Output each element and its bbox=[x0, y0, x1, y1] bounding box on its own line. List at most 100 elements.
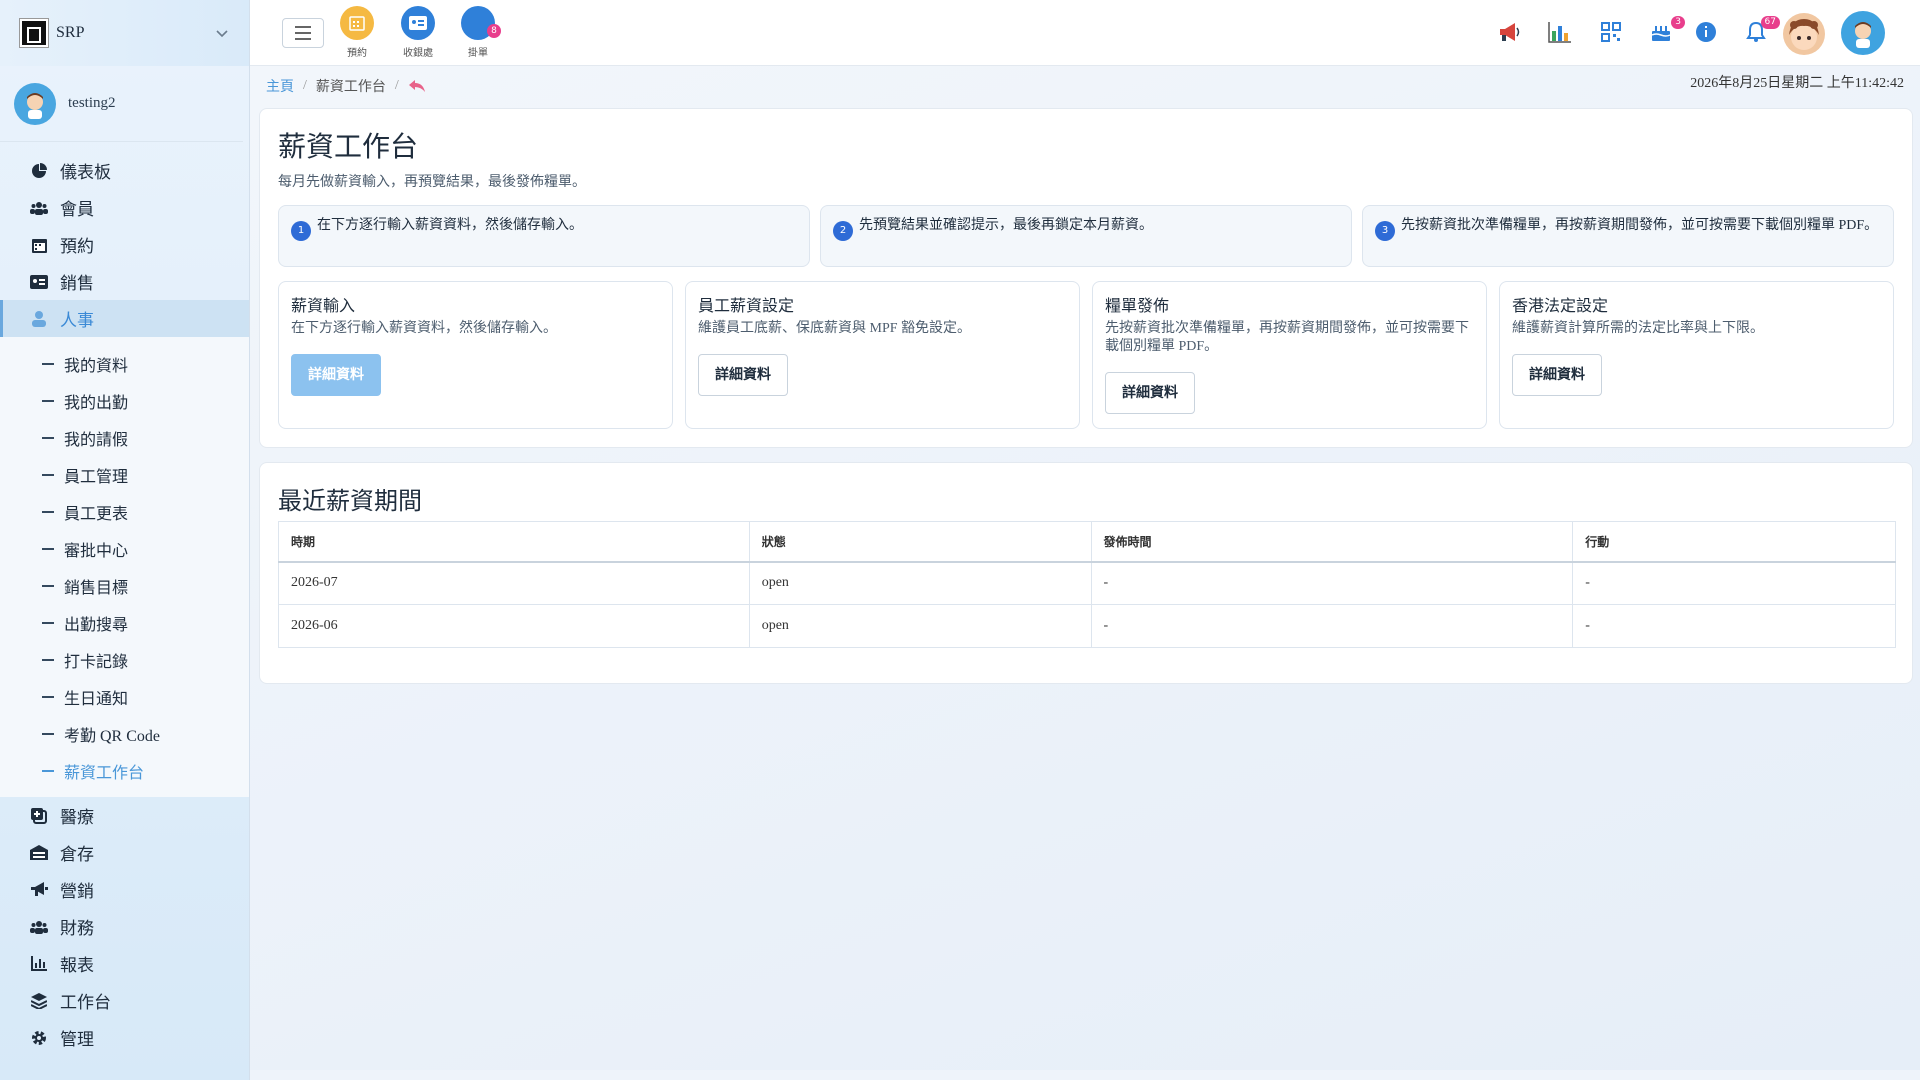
sidebar-item-label: 倉存 bbox=[60, 845, 94, 864]
sidebar-subitem-label: 員工管理 bbox=[64, 468, 129, 486]
bell-icon[interactable]: 67 bbox=[1744, 16, 1780, 44]
back-icon[interactable] bbox=[408, 79, 426, 93]
dash-icon bbox=[42, 510, 54, 513]
step-2: 2 先預覽結果並確認提示，最後再鎖定本月薪資。 bbox=[820, 205, 1352, 267]
page-title: 薪資工作台 bbox=[278, 132, 419, 163]
step-text: 先按薪資批次準備糧單，再按薪資期間發佈，並可按需要下載個別糧單 PDF。 bbox=[1401, 218, 1879, 233]
quick-action-label: 收銀處 bbox=[403, 48, 433, 59]
sidebar-item-dashboard[interactable]: 儀表板 bbox=[0, 152, 249, 189]
quick-action-booking[interactable]: 預約 bbox=[332, 6, 382, 59]
sidebar-subitem-label: 我的出勤 bbox=[64, 394, 129, 412]
step-number: 2 bbox=[833, 220, 853, 241]
megaphone-icon[interactable] bbox=[1498, 20, 1522, 44]
users-icon bbox=[30, 199, 48, 217]
gear-icon bbox=[30, 1029, 48, 1047]
column-header-action: 行動 bbox=[1572, 521, 1896, 563]
dash-icon bbox=[42, 769, 54, 772]
step-3: 3 先按薪資批次準備糧單，再按薪資期間發佈，並可按需要下載個別糧單 PDF。 bbox=[1362, 205, 1894, 267]
sidebar-item-finance[interactable]: 財務 bbox=[0, 908, 249, 945]
sidebar-item-admin[interactable]: 管理 bbox=[0, 1019, 249, 1056]
module-staff-salary-settings: 員工薪資設定 維護員工底薪、保底薪資與 MPF 豁免設定。 詳細資料 bbox=[685, 281, 1080, 429]
sidebar-subitem-birthday-notice[interactable]: 生日通知 bbox=[0, 678, 249, 715]
sidebar-subitem-my-leave[interactable]: 我的請假 bbox=[0, 419, 249, 456]
avatar[interactable] bbox=[1783, 13, 1825, 55]
hr-submenu: 我的資料 我的出勤 我的請假 員工管理 員工更表 審批中心 銷售目標 出勤搜尋 … bbox=[0, 337, 249, 797]
users-icon bbox=[30, 918, 48, 936]
dash-icon bbox=[42, 399, 54, 402]
avatar bbox=[14, 82, 56, 125]
sidebar-subitem-label: 打卡記錄 bbox=[64, 653, 129, 671]
module-payslip-publish: 糧單發佈 先按薪資批次準備糧單，再按薪資期間發佈，並可按需要下載個別糧單 PDF… bbox=[1092, 281, 1487, 429]
sidebar-subitem-approval-center[interactable]: 審批中心 bbox=[0, 530, 249, 567]
sidebar-item-booking[interactable]: 預約 bbox=[0, 226, 249, 263]
menu-toggle-button[interactable] bbox=[282, 18, 324, 48]
brand-header[interactable]: SRP bbox=[0, 0, 249, 66]
sidebar-item-label: 人事 bbox=[60, 311, 94, 330]
column-header-status: 狀態 bbox=[748, 521, 1092, 563]
dash-icon bbox=[42, 621, 54, 624]
breadcrumb-home-link[interactable]: 主頁 bbox=[266, 76, 294, 96]
sidebar-nav: 儀表板 會員 預約 銷售 人事 我的資料 我的出勤 我的請假 員工管理 員工更表… bbox=[0, 142, 249, 1056]
pie-chart-icon bbox=[30, 162, 48, 180]
table-row: 2026-07 open - - bbox=[278, 561, 1896, 605]
sidebar-subitem-label: 銷售目標 bbox=[64, 579, 129, 597]
sidebar-item-label: 會員 bbox=[60, 200, 94, 219]
sidebar-subitem-staff-roster[interactable]: 員工更表 bbox=[0, 493, 249, 530]
user-menu-avatar[interactable] bbox=[1841, 11, 1885, 55]
sidebar-item-medical[interactable]: 醫療 bbox=[0, 797, 249, 834]
cell-period: 2026-06 bbox=[278, 604, 750, 648]
quick-action-pending-orders[interactable]: 8 掛單 bbox=[453, 6, 503, 59]
sidebar-subitem-my-profile[interactable]: 我的資料 bbox=[0, 345, 249, 382]
staff-salary-details-button[interactable]: 詳細資料 bbox=[698, 354, 788, 396]
id-card-icon bbox=[30, 273, 48, 291]
statutory-settings-details-button[interactable]: 詳細資料 bbox=[1512, 354, 1602, 396]
breadcrumb-separator: / bbox=[303, 78, 307, 93]
quick-action-label: 掛單 bbox=[468, 48, 488, 59]
girl-avatar-icon bbox=[1789, 19, 1819, 50]
payslip-publish-details-button[interactable]: 詳細資料 bbox=[1105, 372, 1195, 414]
module-description: 維護薪資計算所需的法定比率與上下限。 bbox=[1512, 321, 1764, 336]
module-title: 香港法定設定 bbox=[1512, 298, 1609, 315]
sidebar-item-workbench[interactable]: 工作台 bbox=[0, 982, 249, 1019]
dash-icon bbox=[42, 732, 54, 735]
sidebar-subitem-label: 我的資料 bbox=[64, 357, 129, 375]
sidebar-item-members[interactable]: 會員 bbox=[0, 189, 249, 226]
sidebar-subitem-my-attendance[interactable]: 我的出勤 bbox=[0, 382, 249, 419]
qr-code-icon[interactable] bbox=[1599, 20, 1623, 44]
sidebar-item-reports[interactable]: 報表 bbox=[0, 945, 249, 982]
payroll-input-details-button[interactable]: 詳細資料 bbox=[291, 354, 381, 396]
sidebar-item-label: 銷售 bbox=[60, 274, 94, 293]
medical-icon bbox=[30, 807, 48, 825]
sidebar-item-hr[interactable]: 人事 bbox=[0, 300, 249, 337]
sidebar-subitem-clock-records[interactable]: 打卡記錄 bbox=[0, 641, 249, 678]
breadcrumb-separator: / bbox=[394, 78, 399, 93]
bar-chart-icon[interactable] bbox=[1548, 20, 1572, 44]
chevron-down-icon[interactable] bbox=[215, 26, 229, 40]
current-datetime: 2026年8月25日星期二 上午11:42:42 bbox=[1690, 76, 1904, 91]
module-title: 薪資輸入 bbox=[291, 298, 356, 315]
module-description: 在下方逐行輸入薪資資料，然後儲存輸入。 bbox=[291, 321, 557, 336]
sidebar-subitem-attendance-qr[interactable]: 考勤 QR Code bbox=[0, 715, 249, 752]
column-header-period: 時期 bbox=[278, 521, 750, 563]
breadcrumb-current: 薪資工作台 bbox=[315, 80, 386, 95]
dash-icon bbox=[42, 362, 54, 365]
sidebar-subitem-label: 薪資工作台 bbox=[64, 764, 145, 782]
quick-action-cashier[interactable]: 收銀處 bbox=[393, 6, 443, 59]
sidebar-subitem-staff-management[interactable]: 員工管理 bbox=[0, 456, 249, 493]
sidebar-subitem-sales-target[interactable]: 銷售目標 bbox=[0, 567, 249, 604]
sidebar-item-sales[interactable]: 銷售 bbox=[0, 263, 249, 300]
info-icon[interactable] bbox=[1694, 20, 1718, 44]
module-title: 糧單發佈 bbox=[1105, 298, 1170, 315]
dash-icon bbox=[42, 584, 54, 587]
cashier-icon bbox=[401, 6, 435, 40]
sidebar-item-marketing[interactable]: 營銷 bbox=[0, 871, 249, 908]
sidebar-subitem-payroll-workbench[interactable]: 薪資工作台 bbox=[0, 752, 249, 789]
brand-name: SRP bbox=[56, 24, 85, 41]
sidebar-subitem-attendance-search[interactable]: 出勤搜尋 bbox=[0, 604, 249, 641]
birthday-badge: 3 bbox=[1671, 16, 1685, 29]
sidebar-item-label: 預約 bbox=[60, 237, 94, 256]
module-payroll-input: 薪資輸入 在下方逐行輸入薪資資料，然後儲存輸入。 詳細資料 bbox=[278, 281, 673, 429]
sidebar-item-inventory[interactable]: 倉存 bbox=[0, 834, 249, 871]
user-panel[interactable]: testing2 bbox=[0, 66, 243, 142]
birthday-cake-icon[interactable]: 3 bbox=[1649, 16, 1685, 44]
